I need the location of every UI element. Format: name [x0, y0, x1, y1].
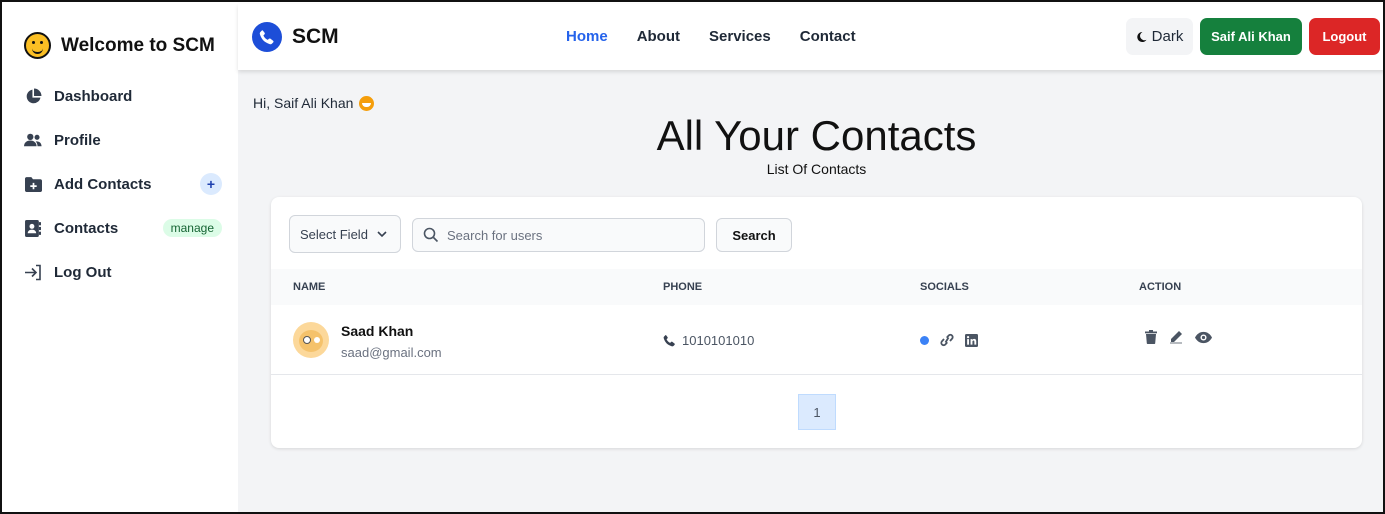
sidebar-brand-title: Welcome to SCM [61, 34, 215, 56]
logout-button[interactable]: Logout [1309, 18, 1380, 55]
contacts-card: Select Field Search Name Phone Socials A… [271, 197, 1362, 448]
field-select-value: Select Field [300, 226, 368, 242]
sidebar-item-dashboard[interactable]: Dashboard [24, 83, 222, 109]
sidebar-brand: Welcome to SCM [24, 32, 215, 59]
page-title: All Your Contacts [656, 112, 977, 159]
top-navbar: SCM Home About Services Contact Dark Sai… [238, 4, 1383, 70]
contact-actions [1145, 330, 1212, 344]
moon-icon [1136, 31, 1147, 42]
contact-socials [920, 333, 978, 347]
nav-link-services[interactable]: Services [709, 28, 771, 45]
column-header-action: Action [1139, 281, 1182, 293]
sidebar-item-label: Add Contacts [54, 175, 152, 193]
column-header-name: Name [293, 281, 326, 293]
theme-toggle-button[interactable]: Dark [1126, 18, 1193, 55]
field-select[interactable]: Select Field [289, 215, 401, 253]
sidebar-item-label: Dashboard [54, 87, 133, 105]
add-contact-badge[interactable]: + [200, 173, 222, 195]
smiley-icon [24, 32, 51, 59]
table-header: Name Phone Socials Action [271, 269, 1362, 305]
grin-emoji-icon [359, 95, 375, 111]
nav-link-home[interactable]: Home [566, 28, 608, 45]
contact-phone: 1010101010 [663, 333, 754, 348]
sidebar-item-add-contacts[interactable]: Add Contacts + [24, 171, 222, 197]
scm-logo[interactable]: SCM [252, 22, 339, 52]
sidebar-item-label: Profile [54, 131, 101, 149]
search-box [412, 218, 705, 252]
users-icon [24, 131, 42, 149]
pie-chart-icon [24, 87, 42, 105]
logo-text: SCM [292, 25, 339, 48]
sidebar-item-logout[interactable]: Log Out [24, 259, 222, 285]
page-subtitle: List Of Contacts [766, 161, 867, 177]
search-icon [423, 227, 439, 243]
theme-toggle-label: Dark [1151, 28, 1184, 45]
address-book-icon [24, 219, 42, 237]
contact-name: Saad Khan [341, 323, 414, 339]
phone-logo-icon [252, 22, 282, 52]
table-row: Saad Khan saad@gmail.com 1010101010 [271, 305, 1362, 375]
phone-icon [663, 334, 675, 347]
contact-phone-number: 1010101010 [682, 333, 755, 348]
edit-pencil-icon[interactable] [1169, 330, 1183, 344]
avatar [293, 322, 329, 358]
folder-plus-icon [24, 175, 42, 193]
chevron-down-icon [377, 231, 387, 238]
trash-icon[interactable] [1145, 330, 1157, 344]
nav-link-contact[interactable]: Contact [800, 28, 856, 45]
linkedin-icon[interactable] [965, 333, 978, 347]
favorite-dot-icon [920, 335, 929, 345]
greeting: Hi, Saif Ali Khan [253, 95, 375, 111]
sign-out-icon [24, 263, 42, 281]
user-profile-button[interactable]: Saif Ali Khan [1200, 18, 1302, 55]
sidebar-item-contacts[interactable]: Contacts manage [24, 215, 222, 241]
main-nav: Home About Services Contact [566, 28, 856, 45]
link-icon[interactable] [939, 333, 955, 347]
contact-email: saad@gmail.com [341, 345, 442, 360]
pagination-page-1[interactable]: 1 [798, 394, 836, 430]
manage-badge[interactable]: manage [162, 219, 222, 237]
app-window: Welcome to SCM Dashboard Profile Add Con… [0, 0, 1385, 514]
eye-icon[interactable] [1195, 331, 1212, 344]
greeting-text: Hi, Saif Ali Khan [253, 95, 354, 111]
main-content: Hi, Saif Ali Khan All Your Contacts List… [238, 70, 1383, 512]
search-button[interactable]: Search [716, 218, 792, 252]
sidebar-item-label: Log Out [54, 263, 112, 281]
sidebar: Welcome to SCM Dashboard Profile Add Con… [4, 4, 238, 512]
search-input[interactable] [447, 227, 687, 243]
sidebar-item-profile[interactable]: Profile [24, 127, 222, 153]
sidebar-item-label: Contacts [54, 219, 119, 237]
column-header-socials: Socials [920, 281, 969, 293]
column-header-phone: Phone [663, 281, 703, 293]
nav-link-about[interactable]: About [637, 28, 680, 45]
